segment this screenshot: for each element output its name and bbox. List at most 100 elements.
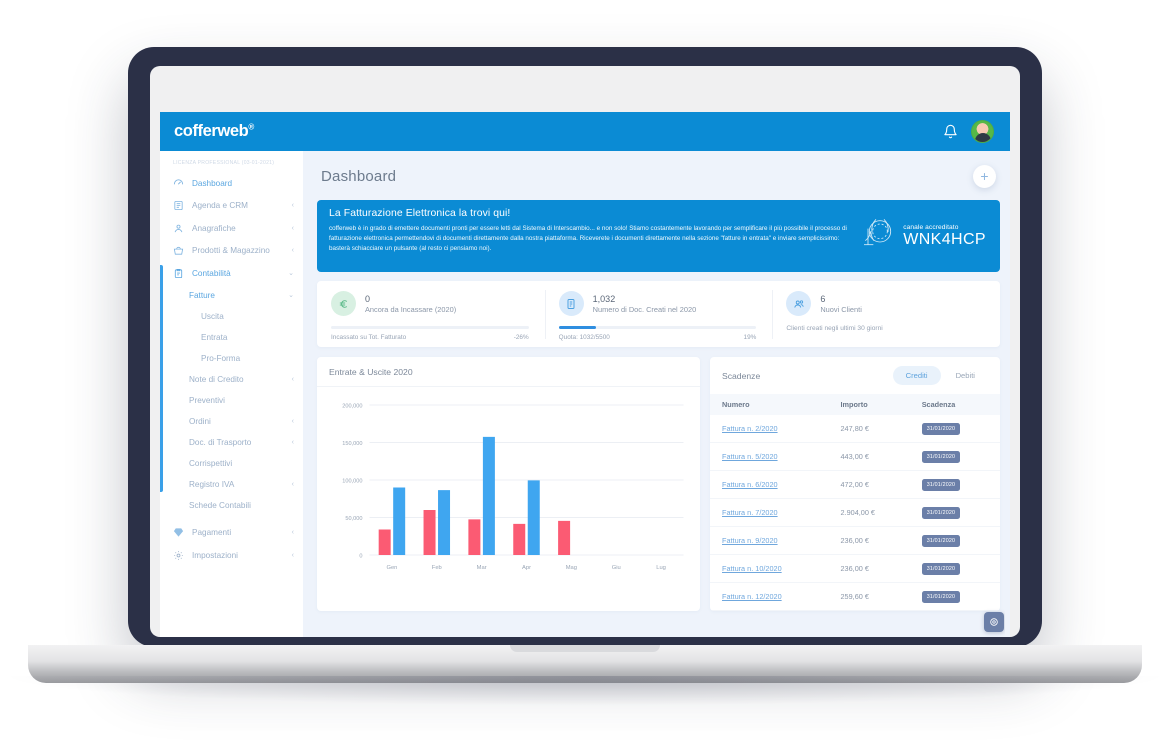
sidebar-item-impostazioni[interactable]: Impostazioni ‹ [160,544,303,567]
sidebar-subitem-label: Fatture [189,290,215,300]
sidebar-subitem-label: Preventivi [189,395,225,405]
italian-republic-emblem-icon [856,214,896,259]
sidebar-subitem-label: Uscita [201,311,224,321]
sidebar-subitem-schede-contabili[interactable]: Schede Contabili [160,495,303,516]
invoice-link[interactable]: Fattura n. 6/2020 [722,480,778,489]
sidebar-subitem-ordini[interactable]: Ordini ‹ [160,411,303,432]
progress-track [331,326,529,329]
badge-code: WNK4HCP [903,230,986,248]
svg-text:Apr: Apr [522,565,531,571]
table-row: Fattura n. 5/2020 443,00 €31/01/2020 [710,442,1000,471]
svg-text:Feb: Feb [432,565,442,571]
sidebar-subitem-preventivi[interactable]: Preventivi [160,390,303,411]
sidebar-subitem-note-di-credito[interactable]: Note di Credito ‹ [160,369,303,390]
bell-icon[interactable] [943,124,958,139]
avatar[interactable] [971,120,994,143]
cell-numero: Fattura n. 5/2020 [710,442,841,471]
column-header-numero: Numero [710,394,841,415]
table-row: Fattura n. 9/2020 236,00 €31/01/2020 [710,526,1000,555]
bottom-row: Entrate & Uscite 2020 0 50,000 100,000 150,… [317,357,1000,611]
table-header-row: Numero Importo Scadenza [710,394,1000,415]
invoice-link[interactable]: Fattura n. 10/2020 [722,564,782,573]
sidebar-subitem-label: Schede Contabili [189,500,251,510]
sidebar-item-prodotti-magazzino[interactable]: Prodotti & Magazzino ‹ [160,240,303,263]
svg-text:200,000: 200,000 [342,404,362,410]
badge-text: canale accreditato WNK4HCP [903,224,986,249]
sidebar-item-agenda-crm[interactable]: Agenda e CRM ‹ [160,195,303,218]
chevron-left-icon: ‹ [291,438,294,446]
stat-foot-right: 19% [743,334,757,341]
users-icon [786,291,812,316]
chevron-left-icon: ‹ [291,529,294,537]
sidebar-subitem-registro-iva[interactable]: Registro IVA ‹ [160,474,303,495]
sidebar-item-dashboard[interactable]: Dashboard [160,172,303,195]
sidebar-subitem-entrata[interactable]: Entrata [160,327,303,348]
stat-value: 6 [820,293,826,304]
content-right-edge [1005,151,1010,637]
cell-importo: 443,00 € [840,442,922,471]
due-date-badge: 31/01/2020 [921,478,961,491]
sidebar-item-pagamenti[interactable]: Pagamenti ‹ [160,522,303,545]
cell-scadenza: 31/01/2020 [921,498,1000,527]
sidebar: LICENZA PROFESSIONAL (03-01-2021) Dashbo… [160,151,303,637]
top-bar: cofferweb® [160,112,1010,151]
sidebar-active-accent [160,265,163,492]
badge-subtitle: canale accreditato [903,223,959,231]
chevron-left-icon: ‹ [291,375,294,383]
banner-body: cofferweb è in grado di emettere documen… [329,225,847,252]
app-logo[interactable]: cofferweb® [174,122,254,141]
stat-value: 1,032 [592,293,616,304]
add-button[interactable]: + [973,165,996,188]
sidebar-item-label: Anagrafiche [192,223,236,233]
basket-icon [173,245,184,256]
sidebar-item-label: Contabilità [192,268,231,278]
due-date-badge: 31/01/2020 [921,422,961,435]
stat-label: Nuovi Clienti [820,305,862,315]
invoice-link[interactable]: Fattura n. 12/2020 [722,592,782,601]
tab-debiti[interactable]: Debiti [943,366,988,385]
cell-numero: Fattura n. 7/2020 [710,498,841,527]
due-date-badge: 31/01/2020 [921,506,961,519]
gear-icon [173,550,184,561]
cell-scadenza: 31/01/2020 [921,526,1000,555]
stat-label: Ancora da Incassare (2020) [365,305,457,315]
sidebar-subitem-doc-di-trasporto[interactable]: Doc. di Trasporto ‹ [160,432,303,453]
sidebar-item-anagrafiche[interactable]: Anagrafiche ‹ [160,217,303,240]
sidebar-subitem-pro-forma[interactable]: Pro-Forma [160,348,303,369]
sidebar-subitem-label: Note di Credito [189,374,244,384]
cell-importo: 2.904,00 € [840,498,922,527]
svg-text:0: 0 [359,554,362,560]
sidebar-item-contabilita[interactable]: Contabilità ⌄ [160,262,303,285]
diamond-icon [173,527,184,538]
stat-card-doc-creati: 1,032 Numero di Doc. Creati nel 2020 Quo… [544,288,773,341]
target-icon-button[interactable] [984,612,1004,632]
cell-scadenza: 31/01/2020 [921,554,1000,583]
svg-text:100,000: 100,000 [342,479,362,485]
svg-text:Mar: Mar [477,565,487,571]
cell-numero: Fattura n. 12/2020 [710,582,841,611]
chevron-left-icon: ‹ [291,247,294,255]
due-date-badge: 31/01/2020 [921,534,961,547]
svg-text:50,000: 50,000 [345,516,362,522]
stat-footer: Quota: 1032/5500 19% [559,334,757,341]
invoice-link[interactable]: Fattura n. 7/2020 [722,508,778,517]
laptop-screen: cofferweb® LICENZA PROFESSIONAL (03-01-2… [160,112,1010,637]
sidebar-item-label: Dashboard [192,178,233,188]
sidebar-subitem-uscita[interactable]: Uscita [160,306,303,327]
sidebar-subitem-label: Doc. di Trasporto [189,437,252,447]
laptop-shadow [0,676,1170,706]
invoice-link[interactable]: Fattura n. 5/2020 [722,452,778,461]
tab-crediti[interactable]: Crediti [892,366,941,385]
page-title: Dashboard [321,168,397,185]
sidebar-subitem-corrispettivi[interactable]: Corrispettivi [160,453,303,474]
invoice-link[interactable]: Fattura n. 2/2020 [722,424,778,433]
stat-card-nuovi-clienti: 6 Nuovi Clienti Clienti creati negli ult… [772,288,1000,341]
chevron-left-icon: ‹ [291,202,294,210]
sidebar-item-label: Impostazioni [192,550,238,560]
table-row: Fattura n. 6/2020 472,00 €31/01/2020 [710,470,1000,499]
invoice-link[interactable]: Fattura n. 9/2020 [722,536,778,545]
promo-banner: La Fatturazione Elettronica la trovi qui… [317,200,1000,272]
clipboard-icon [173,268,184,279]
chevron-left-icon: ‹ [291,224,294,232]
sidebar-subitem-fatture[interactable]: Fatture ⌄ [160,285,303,306]
